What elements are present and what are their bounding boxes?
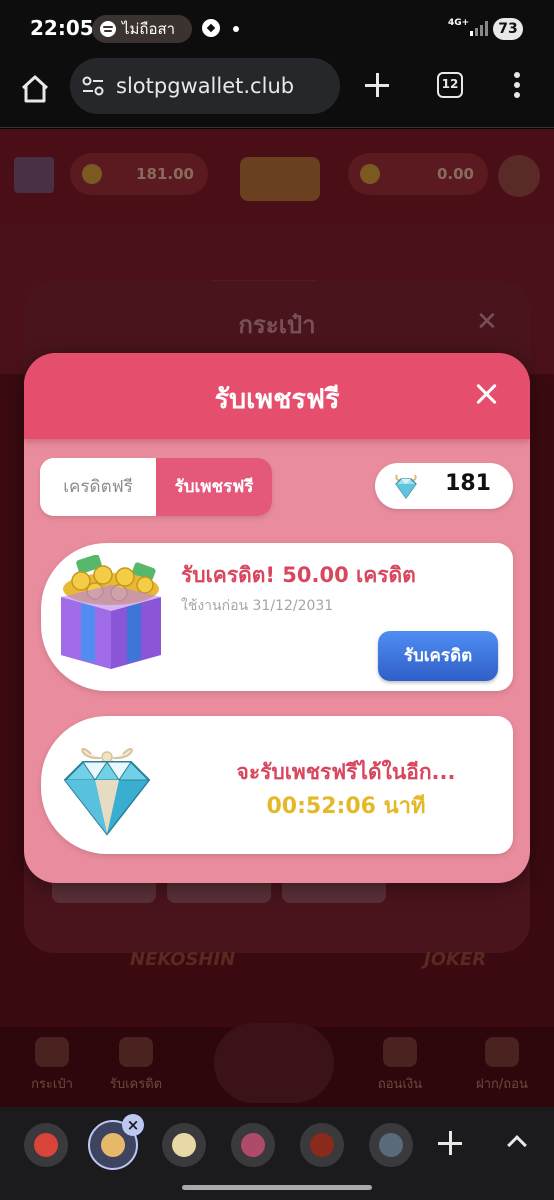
- diamond-reward-card: จะรับเพชรฟรีได้ในอีก... 00:52:06 นาที: [41, 716, 513, 854]
- game-row: NEKOSHIN JOKER: [0, 949, 554, 989]
- tab-thumbnail[interactable]: [369, 1123, 413, 1167]
- new-tab-icon[interactable]: [364, 72, 390, 98]
- game-label: NEKOSHIN: [130, 949, 236, 970]
- site-favicon-icon: [172, 1133, 196, 1157]
- site-favicon-icon: [34, 1133, 58, 1157]
- add-tab-icon[interactable]: [438, 1131, 462, 1155]
- now-playing-text: ไม่ถือสา: [122, 20, 176, 38]
- site-favicon-icon: [241, 1133, 265, 1157]
- balance-pill: 181.00: [70, 153, 208, 195]
- tab-free-diamond[interactable]: รับเพชรฟรี: [156, 458, 272, 516]
- network-type-label: 4G+: [448, 18, 470, 28]
- modal-header: รับเพชรฟรี: [24, 353, 530, 439]
- tab-thumbnail[interactable]: [300, 1123, 344, 1167]
- tab-thumbnail[interactable]: [162, 1123, 206, 1167]
- game-label: JOKER: [424, 949, 487, 970]
- now-playing-pill[interactable]: ไม่ถือสา: [92, 15, 192, 43]
- secondary-balance-pill: 0.00: [348, 153, 488, 195]
- tab-thumbnail[interactable]: [231, 1123, 275, 1167]
- tab-switcher-icon[interactable]: 12: [437, 72, 463, 98]
- wallet-modal-title: กระเป๋า: [238, 311, 316, 339]
- nav-item-deposit: ฝาก/ถอน: [472, 1037, 532, 1094]
- credit-reward-card: รับเครดิต! 50.00 เครดิต ใช้งานก่อน 31/12…: [41, 543, 513, 691]
- credit-expiry-text: ใช้งานก่อน 31/12/2031: [181, 598, 334, 614]
- close-icon: ✕: [476, 307, 498, 337]
- close-icon[interactable]: [476, 383, 498, 405]
- diamond-count: 181: [445, 471, 491, 496]
- browser-toolbar: slotpgwallet.club 12: [0, 56, 554, 128]
- url-text: slotpgwallet.club: [116, 74, 295, 98]
- more-menu-icon[interactable]: [512, 72, 522, 100]
- diamond-balance: 181: [375, 463, 513, 509]
- secondary-balance-value: 0.00: [436, 165, 474, 183]
- next-diamond-text: จะรับเพชรฟรีได้ในอีก...: [236, 760, 456, 784]
- site-logo: [240, 157, 320, 201]
- site-bottom-nav: กระเป๋า รับเครดิต ถอนเงิน ฝาก/ถอน: [0, 1023, 554, 1107]
- site-header: 181.00 0.00: [0, 129, 554, 224]
- coin-icon: [360, 164, 380, 184]
- chat-icon: [498, 155, 540, 197]
- free-diamond-modal: รับเพชรฟรี เครดิตฟรี รับเพชรฟรี 181 รับเ…: [24, 353, 530, 883]
- spotify-icon: [100, 21, 116, 37]
- battery-level: 73: [493, 18, 523, 40]
- status-bar: 22:05 ไม่ถือสา 4G+ 73: [0, 0, 554, 56]
- close-tab-icon[interactable]: ×: [122, 1114, 144, 1136]
- notification-dot-icon: [233, 26, 239, 32]
- soccer-ball-icon: [202, 19, 220, 37]
- reward-tabs: เครดิตฟรี รับเพชรฟรี: [40, 458, 272, 516]
- center-logo-button: [214, 1023, 334, 1103]
- nav-item-withdraw: ถอนเงิน: [370, 1037, 430, 1094]
- site-favicon-icon: [310, 1133, 334, 1157]
- credit-reward-title: รับเครดิต! 50.00 เครดิต: [181, 563, 416, 587]
- balance-value: 181.00: [136, 165, 194, 183]
- tab-free-credit[interactable]: เครดิตฟรี: [40, 458, 156, 516]
- site-favicon-icon: [101, 1133, 125, 1157]
- nav-item-credit: รับเครดิต: [106, 1037, 166, 1094]
- diamond-icon: [391, 471, 421, 501]
- home-icon[interactable]: [18, 72, 52, 106]
- site-settings-icon[interactable]: [82, 76, 104, 96]
- home-indicator: [182, 1185, 372, 1190]
- tab-thumbnail[interactable]: [24, 1123, 68, 1167]
- coin-icon: [82, 164, 102, 184]
- address-bar[interactable]: slotpgwallet.club: [70, 58, 340, 114]
- gift-box-icon: [55, 554, 167, 671]
- countdown-timer: 00:52:06 นาที: [266, 794, 426, 819]
- nav-item-wallet: กระเป๋า: [22, 1037, 82, 1094]
- diamond-gift-icon: [57, 736, 157, 836]
- status-time: 22:05: [30, 16, 94, 40]
- modal-title: รับเพชรฟรี: [214, 384, 340, 415]
- claim-credit-button[interactable]: รับเครดิต: [378, 631, 498, 681]
- language-flag-icon: [14, 157, 54, 193]
- site-favicon-icon: [379, 1133, 403, 1157]
- signal-icon: [470, 20, 488, 36]
